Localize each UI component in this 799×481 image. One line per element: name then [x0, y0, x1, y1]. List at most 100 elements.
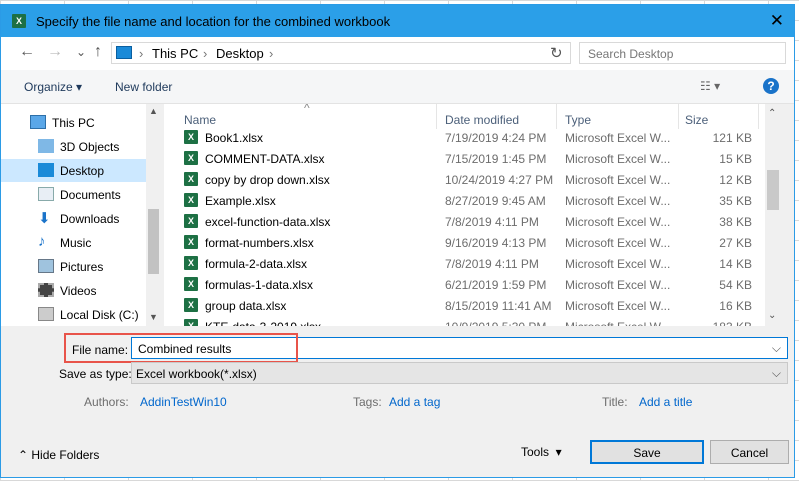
save-button[interactable]: Save — [590, 440, 704, 464]
file-size: 121 KB — [712, 131, 752, 145]
file-size: 15 KB — [719, 152, 752, 166]
file-type: Microsoft Excel W... — [565, 278, 671, 292]
download-icon: ⬇ — [38, 210, 51, 227]
new-folder-button[interactable]: New folder — [115, 80, 172, 94]
file-size: 38 KB — [719, 215, 752, 229]
sidebar-item-documents[interactable]: Documents — [1, 183, 146, 206]
file-type: Microsoft Excel W... — [565, 152, 671, 166]
excel-file-icon: X — [184, 277, 198, 291]
file-type: Microsoft Excel W... — [565, 131, 671, 145]
file-size: 16 KB — [719, 299, 752, 313]
column-header-name[interactable]: Name — [184, 113, 216, 127]
up-button[interactable]: ↑ — [94, 43, 102, 61]
breadcrumb-this-pc[interactable]: This PC — [152, 46, 198, 61]
back-button[interactable]: ← — [19, 43, 35, 61]
file-type: Microsoft Excel W... — [565, 320, 670, 326]
file-row[interactable]: X formula-2-data.xlsx 7/8/2019 4:11 PM M… — [164, 254, 764, 275]
refresh-button[interactable]: ↻ — [550, 44, 563, 62]
pictures-icon — [38, 259, 54, 273]
excel-file-icon: X — [184, 319, 198, 326]
title-bar: X Specify the file name and location for… — [1, 5, 794, 37]
search-input[interactable]: Search Desktop — [579, 42, 786, 64]
excel-file-icon: X — [184, 298, 198, 312]
file-name: group data.xlsx — [205, 299, 287, 313]
file-type: Microsoft Excel W... — [565, 215, 671, 229]
sort-ascending-icon: ^ — [304, 104, 310, 115]
close-button[interactable]: ✕ — [770, 11, 784, 31]
recent-locations-button[interactable]: ⌄ — [76, 45, 86, 59]
file-row[interactable]: X copy by drop down.xlsx 10/24/2019 4:27… — [164, 170, 764, 191]
add-title-link[interactable]: Add a title — [639, 395, 692, 409]
excel-file-icon: X — [184, 130, 198, 144]
title-label: Title: — [602, 395, 628, 409]
file-row[interactable]: X Example.xlsx 8/27/2019 9:45 AM Microso… — [164, 191, 764, 212]
add-tag-link[interactable]: Add a tag — [389, 395, 440, 409]
file-type: Microsoft Excel W... — [565, 236, 671, 250]
file-name: Book1.xlsx — [205, 131, 264, 145]
navigation-bar: ← → ⌄ ↑ › This PC › Desktop › ↻ Search D… — [1, 37, 794, 70]
file-name: formula-2-data.xlsx — [205, 257, 308, 271]
file-name: formulas-1-data.xlsx — [205, 278, 314, 292]
documents-icon — [38, 187, 54, 201]
save-type-select[interactable]: Excel workbook(*.xlsx) ⌵ — [131, 362, 788, 384]
file-row[interactable]: X Book1.xlsx 7/19/2019 4:24 PM Microsoft… — [164, 128, 764, 149]
sidebar-item-this-pc[interactable]: This PC — [1, 111, 146, 134]
file-list-scrollbar[interactable]: ⌃ ⌄ — [765, 104, 781, 326]
excel-file-icon: X — [184, 172, 198, 186]
tools-button[interactable]: Tools ▾ — [521, 445, 562, 459]
sidebar-item-local-disk[interactable]: Local Disk (C:) — [1, 303, 146, 326]
file-size: 27 KB — [719, 236, 752, 250]
help-button[interactable]: ? — [763, 78, 779, 94]
view-options-button[interactable]: ☷ ▾ — [700, 79, 720, 93]
music-icon: ♪ — [38, 233, 46, 250]
file-size: 54 KB — [719, 278, 752, 292]
hide-folders-button[interactable]: ⌃ Hide Folders — [18, 448, 99, 462]
forward-button[interactable]: → — [47, 43, 63, 61]
organize-button[interactable]: Organize ▾ — [24, 80, 82, 94]
file-date: 8/15/2019 11:41 AM — [445, 299, 552, 313]
file-size: 35 KB — [719, 194, 752, 208]
file-name: Example.xlsx — [205, 194, 276, 208]
file-type: Microsoft Excel W... — [565, 194, 671, 208]
file-row[interactable]: X format-numbers.xlsx 9/16/2019 4:13 PM … — [164, 233, 764, 254]
drive-icon — [38, 307, 54, 321]
column-header-date[interactable]: Date modified — [445, 113, 519, 127]
sidebar-item-downloads[interactable]: ⬇ Downloads — [1, 207, 146, 230]
file-row[interactable]: X group data.xlsx 8/15/2019 11:41 AM Mic… — [164, 296, 764, 317]
file-type: Microsoft Excel W... — [565, 257, 671, 271]
excel-file-icon: X — [184, 151, 198, 165]
sidebar-scrollbar[interactable]: ▲ ▼ — [146, 104, 161, 326]
column-header-size[interactable]: Size — [685, 113, 708, 127]
file-row[interactable]: X KTE-data-3-2019.xlsx 10/9/2019 5:30 PM… — [164, 317, 764, 326]
pc-icon — [30, 115, 46, 129]
file-name: copy by drop down.xlsx — [205, 173, 330, 187]
authors-link[interactable]: AddinTestWin10 — [140, 395, 227, 409]
file-date: 7/8/2019 4:11 PM — [445, 257, 539, 271]
desktop-icon — [38, 163, 54, 177]
excel-file-icon: X — [184, 256, 198, 270]
navigation-pane: This PC 3D Objects Desktop Documents ⬇ Do… — [1, 104, 161, 326]
excel-icon: X — [12, 14, 26, 28]
sidebar-item-3d-objects[interactable]: 3D Objects — [1, 135, 146, 158]
column-header-type[interactable]: Type — [565, 113, 591, 127]
file-name: KTE-data-3-2019.xlsx — [205, 320, 321, 326]
sidebar-item-desktop[interactable]: Desktop — [1, 159, 146, 182]
file-row[interactable]: X excel-function-data.xlsx 7/8/2019 4:11… — [164, 212, 764, 233]
file-name: COMMENT-DATA.xlsx — [205, 152, 325, 166]
sidebar-item-music[interactable]: ♪ Music — [1, 231, 146, 254]
highlight-box — [64, 333, 298, 363]
cancel-button[interactable]: Cancel — [710, 440, 789, 464]
save-type-label: Save as type: — [59, 367, 132, 381]
file-row[interactable]: X formulas-1-data.xlsx 6/21/2019 1:59 PM… — [164, 275, 764, 296]
file-type: Microsoft Excel W... — [565, 299, 671, 313]
address-bar[interactable]: › This PC › Desktop › ↻ — [111, 42, 571, 64]
sidebar-item-pictures[interactable]: Pictures — [1, 255, 146, 278]
file-date: 10/9/2019 5:30 PM — [445, 320, 546, 326]
excel-file-icon: X — [184, 193, 198, 207]
file-row[interactable]: X COMMENT-DATA.xlsx 7/15/2019 1:45 PM Mi… — [164, 149, 764, 170]
authors-label: Authors: — [84, 395, 129, 409]
breadcrumb-desktop[interactable]: Desktop — [216, 46, 264, 61]
file-date: 6/21/2019 1:59 PM — [445, 278, 547, 292]
toolbar: Organize ▾ New folder ☷ ▾ ? — [1, 70, 794, 104]
sidebar-item-videos[interactable]: Videos — [1, 279, 146, 302]
